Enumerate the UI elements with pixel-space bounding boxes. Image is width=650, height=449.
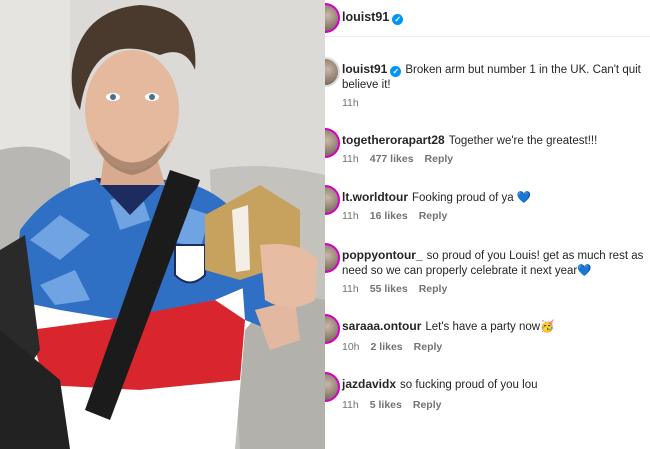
- post-header: louist91 ✓: [325, 0, 650, 37]
- commenter-username[interactable]: togetherorapart28: [342, 133, 445, 147]
- commenter-avatar[interactable]: [325, 57, 340, 87]
- comment-likes[interactable]: 55 likes: [370, 283, 408, 295]
- comment-time[interactable]: 10h: [342, 341, 360, 353]
- reply-button[interactable]: Reply: [414, 341, 443, 353]
- comment-meta: 11h 55 likes Reply: [342, 283, 458, 295]
- verified-badge-icon: ✓: [390, 66, 402, 77]
- comment-likes[interactable]: 2 likes: [371, 341, 403, 353]
- verified-badge-icon: ✓: [392, 14, 404, 25]
- post-photo[interactable]: [0, 0, 325, 449]
- comment-text: louist91 ✓ Broken arm but number 1 in the …: [342, 62, 650, 93]
- comment-text: lt.worldtour Fooking proud of ya 💙: [342, 190, 650, 206]
- comment-text: saraaa.ontour Let's have a party now🥳: [342, 319, 650, 335]
- comment-body: so fucking proud of you lou: [400, 379, 538, 391]
- comment-text: jazdavidx so fucking proud of you lou: [342, 377, 650, 393]
- comment-meta: 10h 2 likes Reply: [342, 341, 453, 353]
- comment-time[interactable]: 11h: [342, 153, 359, 165]
- comment-meta: 11h 5 likes Reply: [342, 399, 452, 411]
- commenter-username[interactable]: poppyontour_: [342, 248, 423, 262]
- commenter-avatar[interactable]: [325, 372, 340, 402]
- author-avatar[interactable]: [325, 3, 340, 33]
- reply-button[interactable]: Reply: [413, 399, 442, 411]
- comment-meta: 11h: [342, 97, 370, 109]
- comment-time[interactable]: 11h: [342, 399, 359, 411]
- author-username[interactable]: louist91 ✓: [342, 10, 404, 25]
- comment-time[interactable]: 11h: [342, 283, 359, 295]
- reply-button[interactable]: Reply: [419, 210, 448, 222]
- commenter-username[interactable]: lt.worldtour: [342, 190, 408, 204]
- commenter-username[interactable]: jazdavidx: [342, 377, 396, 391]
- comment-likes[interactable]: 16 likes: [370, 210, 408, 222]
- comments-panel: louist91 ✓ louist91 ✓ Broken arm but number…: [325, 0, 650, 449]
- commenter-username[interactable]: louist91 ✓: [342, 62, 402, 77]
- commenter-avatar[interactable]: [325, 128, 340, 158]
- comment-time[interactable]: 11h: [342, 97, 359, 109]
- commenter-avatar[interactable]: [325, 185, 340, 215]
- comment-meta: 11h 477 likes Reply: [342, 153, 464, 165]
- comment-text: poppyontour_ so proud of you Louis! get a…: [342, 248, 650, 279]
- post-photo-illustration: [0, 0, 325, 449]
- comment-likes[interactable]: 5 likes: [370, 399, 402, 411]
- comment-likes[interactable]: 477 likes: [370, 153, 414, 165]
- commenter-avatar[interactable]: [325, 314, 340, 344]
- comment-body: Let's have a party now🥳: [425, 321, 555, 333]
- comment-body: Together we're the greatest!!!: [448, 135, 598, 147]
- reply-button[interactable]: Reply: [425, 153, 454, 165]
- reply-button[interactable]: Reply: [419, 283, 448, 295]
- commenter-avatar[interactable]: [325, 243, 340, 273]
- comment-meta: 11h 16 likes Reply: [342, 210, 458, 222]
- commenter-username[interactable]: saraaa.ontour: [342, 319, 421, 333]
- comment-body: Fooking proud of ya 💙: [412, 192, 532, 204]
- comment-time[interactable]: 11h: [342, 210, 359, 222]
- comment-text: togetherorapart28 Together we're the grea…: [342, 133, 650, 149]
